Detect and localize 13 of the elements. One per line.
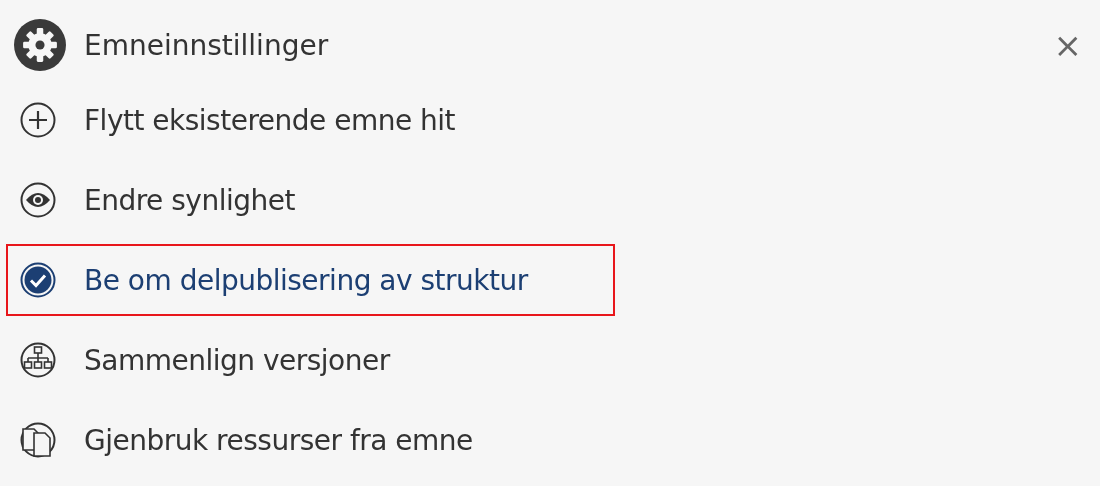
panel-title: Emneinnstillinger [84, 28, 330, 62]
menu-item[interactable]: Flytt eksisterende emne hit [6, 84, 615, 156]
menu-item[interactable]: Sammenlign versjoner [6, 324, 615, 396]
settings-icon [14, 19, 66, 71]
menu-item[interactable]: Be om delpublisering av struktur [6, 244, 615, 316]
close-button[interactable]: × [1041, 28, 1094, 62]
menu-item[interactable]: Gjenbruk ressurser fra emne [6, 404, 615, 476]
eye-icon [20, 182, 56, 218]
menu-item[interactable]: Endre synlighet [6, 164, 615, 236]
documents-icon [20, 422, 56, 458]
plus-circle-icon [20, 102, 56, 138]
check-circle-icon [20, 262, 56, 298]
hierarchy-icon [20, 342, 56, 378]
